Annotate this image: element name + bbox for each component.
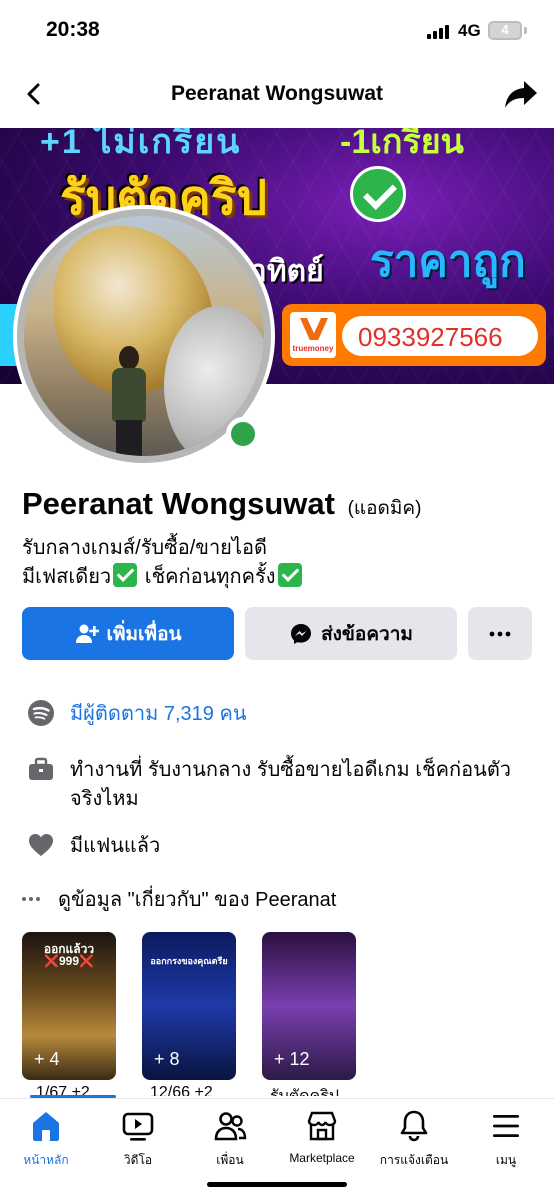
profile-alt-name: (แอดมิค) [347,498,422,519]
battery-tip [524,27,527,34]
tab-menu-label: เมนู [495,1153,517,1167]
tab-marketplace-label: Marketplace [289,1151,355,1165]
truemoney-logo-icon: truemoney [290,312,336,358]
share-icon[interactable] [504,79,538,109]
friends-icon [214,1112,247,1141]
truemoney-label: truemoney [292,344,334,353]
tab-menu[interactable]: เมนู [460,1109,552,1171]
bell-icon [400,1110,428,1142]
ellipsis-icon [22,897,40,901]
tab-notifications[interactable]: การแจ้งเตือน [368,1109,460,1171]
featured-item[interactable]: + 12 [262,932,356,1080]
bio-line-2-a: มีเฟสเดียว [22,566,112,588]
network-label: 4G [458,21,481,40]
add-friend-button[interactable]: เพิ่มเพื่อน [22,607,234,660]
heart-icon [29,834,53,856]
tab-video-label: วิดีโอ [123,1153,153,1167]
cover-phone-number: 0933927566 [358,322,503,352]
followers-count: มีผู้ติดตาม 7,319 คน [70,703,247,725]
home-icon [33,1112,59,1141]
profile-name-text: Peeranat Wongsuwat [22,486,335,521]
check-icon [277,563,302,587]
marketplace-icon [307,1111,337,1141]
tab-home-label: หน้าหลัก [23,1153,69,1167]
battery-icon: 4 [488,21,522,40]
bio-line-1: รับกลางเกมส์/รับซื้อ/ขายไอดี [22,537,267,559]
featured-item[interactable]: ออกแล้วว ❌999❌ + 4 [22,932,116,1080]
work-text: ทำงานที่ รับงานกลาง รับซื้อขายไอดีเกม เช… [70,759,512,810]
featured-count: + 8 [154,1049,180,1069]
avatar[interactable] [13,205,275,467]
bio-line-2: มีเฟสเดียว เช็คก่อนทุกครั้ง [22,563,304,592]
tab-friends[interactable]: เพื่อน [184,1109,276,1171]
person-figure [106,346,150,456]
about-link-text: ดูข้อมูล "เกี่ยวกับ" ของ Peeranat [58,889,337,911]
status-bar: 20:38 4G 4 [0,0,554,60]
nav-bar: Peeranat Wongsuwat [0,62,554,126]
cover-price-text: ราคาถูก [370,237,526,286]
status-time: 20:38 [46,18,100,41]
relationship-row: มีแฟนแล้ว [22,830,542,862]
featured-label: รับตัดคริป [270,1084,339,1096]
about-link-row[interactable]: ดูข้อมูล "เกี่ยวกับ" ของ Peeranat [22,884,542,916]
check-icon [113,563,138,587]
bio: รับกลางเกมส์/รับซื้อ/ขายไอดี มีเฟสเดียว … [22,534,304,592]
relationship-text: มีแฟนแล้ว [70,835,161,857]
message-button[interactable]: ส่งข้อความ [245,607,457,660]
page-title: Peeranat Wongsuwat [171,82,383,105]
briefcase-icon [29,757,53,780]
featured-count: + 12 [274,1049,310,1069]
tab-marketplace[interactable]: Marketplace [276,1109,368,1171]
messenger-icon [291,623,312,644]
online-status-icon [226,417,260,451]
followers-icon [28,700,54,726]
battery-level: 4 [501,22,509,37]
work-row: ทำงานที่ รับงานกลาง รับซื้อขายไอดีเกม เช… [22,754,542,814]
menu-icon [493,1115,519,1137]
home-indicator [207,1182,347,1187]
cover-top-right-text: -1เกรียน [340,128,464,161]
avatar-photo [24,216,264,456]
featured-caption: ออกกรงของคุณตรีย [150,956,228,966]
add-friend-icon [75,624,99,643]
featured-caption-2: ❌999❌ [44,954,94,968]
tab-home[interactable]: หน้าหลัก [0,1109,92,1171]
video-icon [122,1112,154,1141]
more-options-button[interactable] [468,607,532,660]
cover-phone-box: truemoney 0933927566 [282,304,546,366]
bio-line-2-b: เช็คก่อนทุกครั้ง [139,566,276,588]
add-friend-label: เพิ่มเพื่อน [106,623,182,645]
tab-friends-label: เพื่อน [216,1153,244,1167]
featured-item[interactable]: ออกกรงของคุณตรีย + 8 [142,932,236,1080]
tab-video[interactable]: วิดีโอ [92,1109,184,1171]
check-icon [350,166,406,222]
message-label: ส่งข้อความ [321,623,413,645]
featured-label: 12/66 +2 [150,1084,213,1096]
profile-name: Peeranat Wongsuwat (แอดมิค) [22,486,421,523]
tab-notifications-label: การแจ้งเตือน [379,1153,449,1167]
signal-icon [427,25,451,39]
followers-row[interactable]: มีผู้ติดตาม 7,319 คน [22,698,542,730]
more-icon [489,631,511,636]
featured-count: + 4 [34,1049,60,1069]
